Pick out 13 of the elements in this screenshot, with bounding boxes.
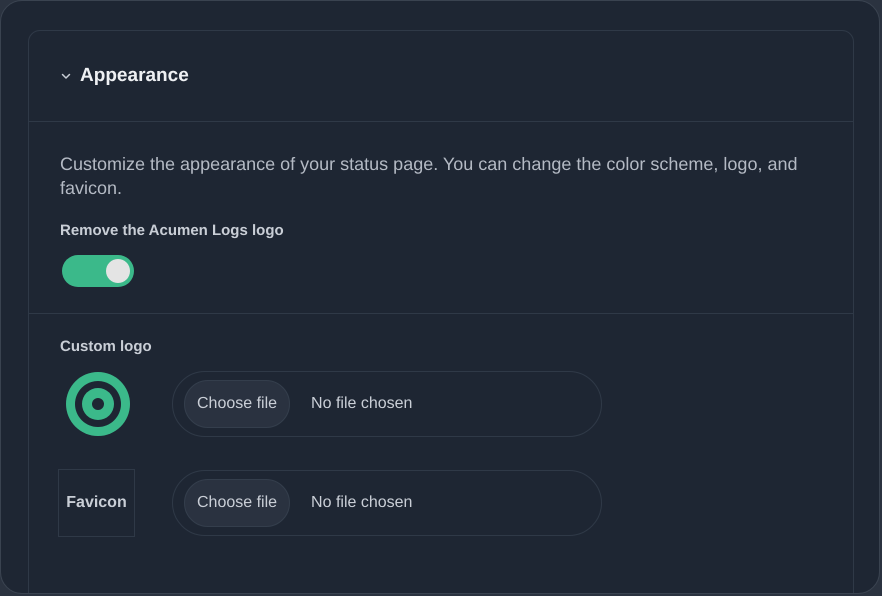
toggle-label: Remove the Acumen Logs logo — [60, 222, 285, 239]
favicon-image: Favicon — [58, 469, 135, 537]
file-status-text: No file chosen — [311, 395, 412, 413]
file-input-field[interactable]: Choose file No file chosen — [172, 470, 602, 536]
section-title[interactable]: Appearance — [80, 65, 189, 87]
file-status-text: No file chosen — [311, 494, 412, 512]
section-description: Customize the appearance of your status page. You can change the color scheme, logo, and favicon. — [60, 153, 798, 200]
file-input-field[interactable]: Choose file No file chosen — [172, 371, 602, 437]
custom-logo-label: Custom logo — [60, 338, 153, 355]
choose-file-button[interactable]: Choose file — [184, 380, 290, 428]
choose-file-button[interactable]: Choose file — [184, 479, 290, 527]
toggle-switch[interactable] — [62, 255, 134, 287]
target-logo-icon — [66, 372, 130, 436]
